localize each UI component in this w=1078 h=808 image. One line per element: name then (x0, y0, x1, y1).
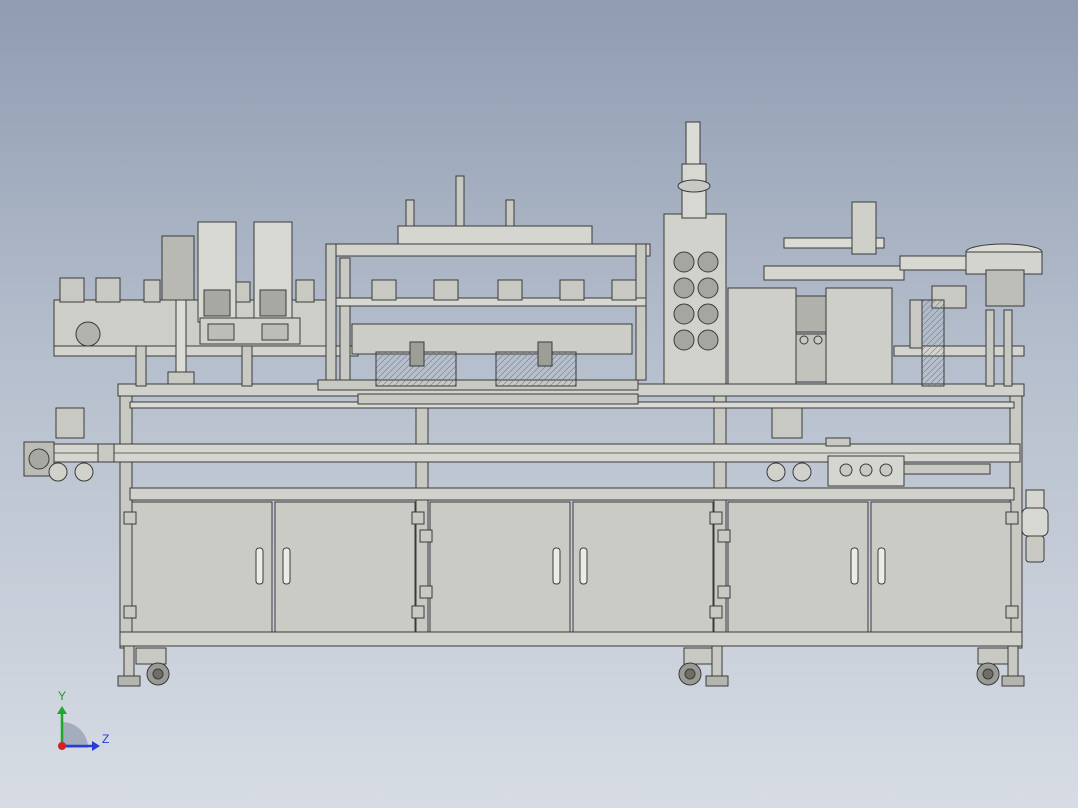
cad-viewport[interactable]: Y Z (0, 0, 1078, 808)
y-axis-label: Y (58, 689, 66, 703)
casters (117, 645, 1025, 687)
right-station (727, 201, 1043, 387)
lower-conveyor (23, 407, 1021, 487)
z-axis-label: Z (102, 732, 109, 746)
machine-model-view[interactable]: Y Z (0, 0, 1078, 808)
middle-station (325, 175, 651, 387)
air-regulator (1021, 489, 1049, 563)
machine-assembly (23, 121, 1049, 687)
cabinet-doors (123, 501, 1019, 633)
origin-point-icon (58, 742, 66, 750)
roller-column (663, 121, 727, 385)
coordinate-triad: Y Z (57, 689, 109, 751)
left-station (53, 221, 335, 387)
